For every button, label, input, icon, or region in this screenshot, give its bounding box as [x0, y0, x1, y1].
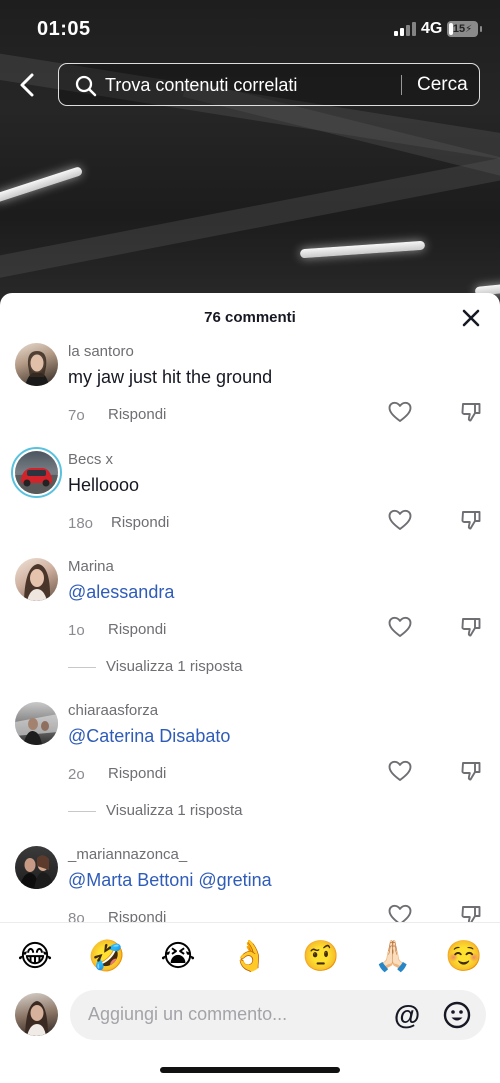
- thumbs-down-icon: [461, 511, 481, 530]
- dislike-button[interactable]: [460, 760, 482, 782]
- like-button[interactable]: [388, 760, 412, 782]
- status-bar: 01:05 4G 15⚡: [0, 0, 500, 58]
- emoji-picker-button[interactable]: [442, 1000, 472, 1030]
- heart-icon: [388, 509, 412, 530]
- emoji-button[interactable]: 🤣: [87, 937, 127, 977]
- comments-count-title: 76 commenti: [204, 309, 296, 326]
- replies-divider: [68, 667, 96, 668]
- comment-mention[interactable]: @alessandra: [68, 582, 174, 603]
- network-type: 4G: [421, 20, 443, 37]
- replies-divider: [68, 811, 96, 812]
- view-replies-label[interactable]: Visualizza 1 risposta: [106, 802, 242, 819]
- comment-username[interactable]: chiaraasforza: [68, 702, 158, 719]
- like-button[interactable]: [388, 509, 412, 531]
- emoji-button[interactable]: 😂: [15, 937, 55, 977]
- heart-icon: [388, 401, 412, 422]
- related-search-bar[interactable]: Trova contenuti correlati Cerca: [58, 63, 480, 106]
- comment-text: Helloooo: [68, 475, 140, 495]
- search-submit-button[interactable]: Cerca: [417, 74, 468, 96]
- comment-mention[interactable]: @Marta Bettoni @gretina: [68, 870, 272, 891]
- comment-item: Marina @alessandra 1o Rispondi Visualizz…: [0, 558, 500, 675]
- search-icon: [75, 75, 97, 97]
- search-placeholder[interactable]: Trova contenuti correlati: [105, 75, 297, 96]
- close-button[interactable]: [460, 307, 482, 329]
- reply-button[interactable]: Rispondi: [108, 765, 166, 782]
- reply-button[interactable]: Rispondi: [108, 406, 166, 423]
- comment-username[interactable]: _mariannazonca_: [68, 846, 187, 863]
- avatar[interactable]: [15, 343, 58, 386]
- comment-username[interactable]: Marina: [68, 558, 114, 575]
- comment-item: chiaraasforza @Caterina Disabato 2o Risp…: [0, 702, 500, 819]
- thumbs-down-icon: [461, 762, 481, 781]
- quick-emoji-row: 😂 🤣 😭 👌 🤨 🙏🏻 ☺️: [0, 937, 500, 977]
- comment-item: Becs x Helloooo 18o Rispondi: [0, 447, 500, 561]
- like-button[interactable]: [388, 616, 412, 638]
- comment-text: my jaw just hit the ground: [68, 367, 273, 387]
- emoji-button[interactable]: 😭: [158, 937, 198, 977]
- thumbs-down-icon: [461, 618, 481, 637]
- battery-icon: 15⚡: [447, 21, 482, 37]
- view-replies-label[interactable]: Visualizza 1 risposta: [106, 658, 242, 675]
- signal-icon: [394, 22, 416, 36]
- comment-time: 18o: [68, 515, 94, 532]
- home-indicator: [160, 1067, 340, 1073]
- mention-button[interactable]: @: [392, 1000, 422, 1030]
- comment-item: la santoro my jaw just hit the ground 7o…: [0, 343, 500, 453]
- comment-username[interactable]: Becs x: [68, 451, 113, 468]
- search-divider: [401, 75, 402, 95]
- emoji-button[interactable]: 🙏🏻: [373, 937, 413, 977]
- thumbs-down-icon: [461, 403, 481, 422]
- heart-icon: [388, 760, 412, 781]
- dislike-button[interactable]: [460, 616, 482, 638]
- ceiling-light: [0, 166, 84, 203]
- ceiling-light: [299, 240, 426, 259]
- reply-button[interactable]: Rispondi: [111, 514, 169, 531]
- comment-mention[interactable]: @Caterina Disabato: [68, 726, 230, 747]
- comment-input[interactable]: Aggiungi un commento... @: [70, 990, 486, 1040]
- heart-icon: [388, 616, 412, 637]
- dislike-button[interactable]: [460, 401, 482, 423]
- reply-button[interactable]: Rispondi: [108, 621, 166, 638]
- current-user-avatar[interactable]: [15, 993, 58, 1036]
- comment-time: 2o: [68, 766, 85, 783]
- comment-input-placeholder[interactable]: Aggiungi un commento...: [88, 1004, 287, 1025]
- chevron-left-icon: [20, 73, 34, 97]
- back-button[interactable]: [14, 70, 42, 100]
- dislike-button[interactable]: [460, 509, 482, 531]
- avatar[interactable]: [15, 846, 58, 889]
- comment-time: 7o: [68, 407, 85, 424]
- avatar[interactable]: [15, 558, 58, 601]
- avatar[interactable]: [15, 451, 58, 494]
- smiley-icon: [443, 1001, 471, 1029]
- avatar[interactable]: [15, 702, 58, 745]
- close-icon: [462, 309, 480, 327]
- comment-username[interactable]: la santoro: [68, 343, 134, 360]
- status-time: 01:05: [37, 18, 91, 40]
- battery-level: 15⚡: [452, 23, 473, 35]
- emoji-button[interactable]: ☺️: [444, 937, 484, 977]
- like-button[interactable]: [388, 401, 412, 423]
- emoji-button[interactable]: 🤨: [301, 937, 341, 977]
- comment-time: 1o: [68, 622, 85, 639]
- emoji-button[interactable]: 👌: [230, 937, 270, 977]
- comment-composer-bar: 😂 🤣 😭 👌 🤨 🙏🏻 ☺️ Aggiungi un commento... …: [0, 922, 500, 1083]
